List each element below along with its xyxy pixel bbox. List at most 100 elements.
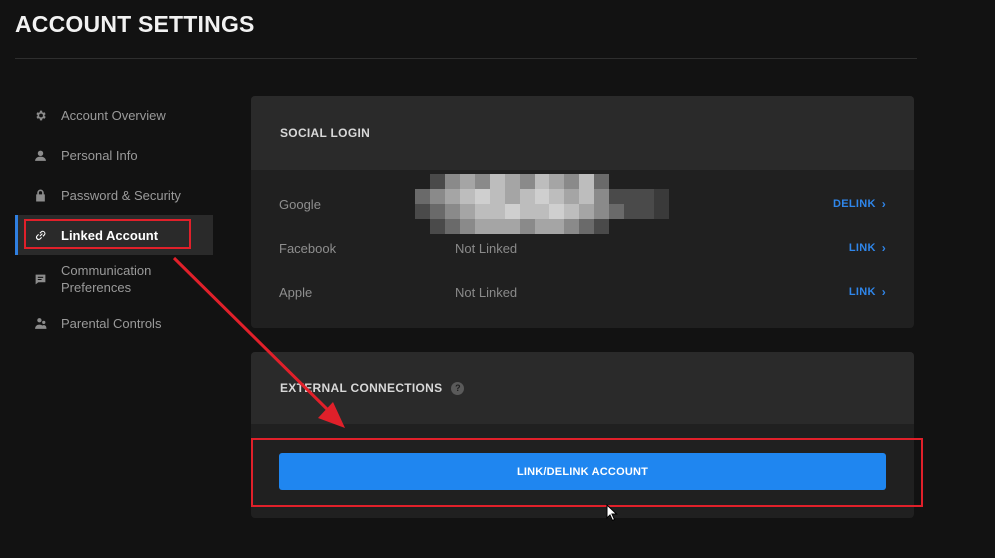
redacted-pixel bbox=[624, 204, 640, 219]
sidebar-item-parental-controls[interactable]: Parental Controls bbox=[15, 303, 213, 343]
redacted-pixel bbox=[504, 189, 520, 204]
redacted-pixel bbox=[534, 189, 550, 204]
service-name: Facebook bbox=[279, 240, 337, 256]
redacted-pixel bbox=[579, 174, 595, 189]
redacted-pixel bbox=[654, 189, 669, 204]
redacted-pixel bbox=[519, 219, 535, 234]
link-delink-account-button[interactable]: LINK/DELINK ACCOUNT bbox=[279, 453, 886, 490]
redacted-pixel bbox=[474, 219, 490, 234]
external-connections-header: EXTERNAL CONNECTIONS ? bbox=[251, 352, 914, 424]
redacted-pixel bbox=[579, 219, 595, 234]
delink-google-button[interactable]: DELINK › bbox=[833, 197, 886, 211]
link-apple-button[interactable]: LINK › bbox=[849, 285, 886, 299]
redacted-pixel bbox=[444, 204, 460, 219]
redacted-pixel bbox=[564, 204, 580, 219]
action-label: LINK bbox=[848, 242, 876, 254]
redacted-pixel bbox=[504, 204, 520, 219]
sidebar-item-label: Communication Preferences bbox=[61, 263, 152, 295]
sidebar-item-linked-account[interactable]: Linked Account bbox=[15, 215, 213, 255]
chevron-right-icon: › bbox=[881, 285, 886, 299]
redacted-pixel bbox=[534, 219, 550, 234]
redacted-pixel bbox=[489, 174, 505, 189]
redacted-pixel bbox=[459, 189, 475, 204]
redacted-pixel bbox=[639, 174, 654, 189]
link-facebook-button[interactable]: LINK › bbox=[849, 241, 886, 255]
redacted-pixel bbox=[415, 219, 430, 234]
gear-icon bbox=[33, 108, 47, 122]
redacted-pixel bbox=[459, 219, 475, 234]
redacted-pixel bbox=[519, 174, 535, 189]
redacted-pixel bbox=[609, 219, 624, 234]
redacted-pixel bbox=[639, 204, 655, 219]
sidebar-item-label: Personal Info bbox=[61, 147, 138, 163]
redacted-pixel bbox=[594, 219, 610, 234]
help-icon[interactable]: ? bbox=[451, 381, 465, 395]
redacted-pixel bbox=[654, 174, 669, 189]
user-icon bbox=[33, 148, 47, 162]
redacted-pixel bbox=[474, 204, 490, 219]
redacted-pixel bbox=[579, 204, 595, 219]
sidebar-item-personal-info[interactable]: Personal Info bbox=[15, 135, 213, 175]
redacted-pixel bbox=[654, 204, 669, 219]
sidebar-item-label: Linked Account bbox=[61, 227, 159, 243]
redacted-pixel bbox=[564, 189, 580, 204]
redacted-pixel bbox=[624, 189, 640, 204]
redacted-pixel bbox=[489, 219, 505, 234]
redacted-pixel bbox=[474, 174, 490, 189]
redacted-pixel bbox=[519, 189, 535, 204]
redacted-pixel bbox=[564, 174, 580, 189]
sidebar-item-account-overview[interactable]: Account Overview bbox=[15, 95, 213, 135]
redacted-pixel bbox=[639, 219, 654, 234]
redacted-pixel bbox=[609, 189, 625, 204]
redacted-pixel bbox=[415, 174, 430, 189]
redacted-pixel bbox=[549, 189, 565, 204]
service-name: Google bbox=[279, 196, 321, 212]
link-status: Not Linked bbox=[455, 240, 518, 256]
sidebar-item-password-security[interactable]: Password & Security bbox=[15, 175, 213, 215]
redacted-pixel bbox=[594, 174, 610, 189]
redacted-pixel bbox=[504, 174, 520, 189]
redacted-pixel bbox=[549, 174, 565, 189]
family-icon bbox=[33, 316, 47, 330]
action-label: DELINK bbox=[832, 198, 876, 210]
sidebar-item-label: Account Overview bbox=[61, 107, 166, 123]
lock-icon bbox=[33, 188, 47, 202]
social-login-heading: SOCIAL LOGIN bbox=[251, 96, 914, 170]
service-name: Apple bbox=[279, 284, 313, 300]
redacted-pixel bbox=[489, 189, 505, 204]
social-row-apple: Apple Not Linked LINK › bbox=[251, 277, 914, 307]
redacted-pixel bbox=[594, 204, 610, 219]
chevron-right-icon: › bbox=[881, 197, 886, 211]
redacted-pixel bbox=[654, 219, 669, 234]
redacted-pixel bbox=[579, 189, 595, 204]
mouse-cursor-icon bbox=[606, 504, 618, 522]
social-login-panel: SOCIAL LOGIN Google DELINK › Facebook No… bbox=[251, 96, 914, 328]
redacted-pixel bbox=[609, 204, 625, 219]
sidebar-item-label: Password & Security bbox=[61, 187, 181, 203]
chevron-right-icon: › bbox=[881, 241, 886, 255]
account-settings-page: ACCOUNT SETTINGS Account Overview Person… bbox=[0, 0, 995, 558]
redacted-pixel bbox=[415, 204, 430, 219]
redacted-pixel bbox=[534, 174, 550, 189]
redacted-pixel bbox=[549, 204, 565, 219]
social-row-google: Google DELINK › bbox=[251, 174, 914, 234]
sidebar-item-communication-preferences[interactable]: Communication Preferences bbox=[15, 255, 213, 303]
redacted-pixel bbox=[474, 189, 490, 204]
redacted-pixel bbox=[504, 219, 520, 234]
redacted-pixel bbox=[624, 174, 639, 189]
external-connections-panel: EXTERNAL CONNECTIONS ? LINK/DELINK ACCOU… bbox=[251, 352, 914, 518]
redacted-pixel bbox=[429, 204, 445, 219]
redacted-pixel bbox=[519, 204, 535, 219]
redacted-pixel bbox=[549, 219, 565, 234]
redacted-pixel bbox=[594, 189, 610, 204]
redacted-account-email bbox=[415, 174, 669, 234]
action-label: LINK bbox=[848, 286, 876, 298]
redacted-pixel bbox=[564, 219, 580, 234]
link-status: Not Linked bbox=[455, 284, 518, 300]
redacted-pixel bbox=[624, 219, 639, 234]
settings-sidebar: Account Overview Personal Info Password … bbox=[15, 95, 213, 343]
sidebar-item-label: Parental Controls bbox=[61, 315, 162, 331]
redacted-pixel bbox=[534, 204, 550, 219]
page-title: ACCOUNT SETTINGS bbox=[15, 11, 255, 37]
link-icon bbox=[33, 228, 47, 242]
